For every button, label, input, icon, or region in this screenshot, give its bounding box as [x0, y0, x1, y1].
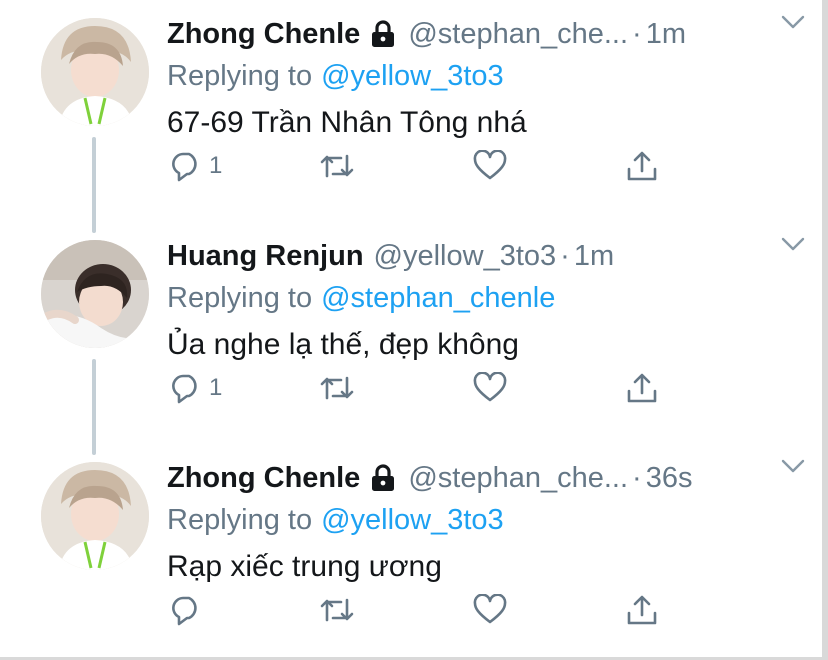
- lock-icon: [370, 20, 396, 48]
- replying-to: Replying to @yellow_3to3: [167, 56, 807, 96]
- share-icon: [624, 371, 660, 405]
- avatar-image: [41, 240, 149, 348]
- chevron-down-icon[interactable]: [779, 230, 807, 258]
- retweet-button[interactable]: [317, 146, 357, 186]
- separator-dot: ·: [632, 17, 642, 50]
- author-name[interactable]: Zhong Chenle: [167, 18, 360, 51]
- heart-icon: [472, 594, 508, 626]
- tweet-actions: [167, 590, 687, 630]
- retweet-icon: [317, 372, 357, 404]
- retweet-button[interactable]: [317, 368, 357, 408]
- author-handle[interactable]: @stephan_che...: [408, 462, 628, 495]
- tweet-header: Huang Renjun @yellow_3to3 · 1m: [167, 236, 807, 276]
- retweet-icon: [317, 150, 357, 182]
- tweet[interactable]: Zhong Chenle @stephan_che... · 36s Reply…: [0, 444, 822, 660]
- separator-dot: ·: [632, 461, 642, 494]
- chevron-down-icon[interactable]: [779, 8, 807, 36]
- retweet-button[interactable]: [317, 590, 357, 630]
- separator-dot: ·: [560, 239, 570, 272]
- avatar[interactable]: [41, 18, 149, 126]
- reply-button[interactable]: 1: [169, 146, 222, 186]
- chevron-down-icon[interactable]: [779, 452, 807, 480]
- avatar-image: [41, 462, 149, 570]
- retweet-icon: [317, 594, 357, 626]
- window-edge: [822, 0, 828, 660]
- tweet-actions: 1: [167, 146, 687, 186]
- reply-button[interactable]: [169, 590, 209, 630]
- reply-icon: [169, 594, 203, 626]
- author-handle[interactable]: @yellow_3to3: [374, 240, 557, 273]
- reply-icon: [169, 150, 203, 182]
- tweet-text: Ủa nghe lạ thế, đẹp không: [167, 328, 519, 361]
- reply-count: 1: [209, 152, 223, 179]
- replying-to: Replying to @stephan_chenle: [167, 278, 807, 318]
- like-button[interactable]: [472, 368, 508, 408]
- timestamp[interactable]: 36s: [646, 462, 693, 495]
- share-button[interactable]: [624, 146, 660, 186]
- timestamp[interactable]: 1m: [574, 240, 614, 273]
- share-button[interactable]: [624, 368, 660, 408]
- replying-to: Replying to @yellow_3to3: [167, 500, 807, 540]
- replying-to-prefix: Replying to: [167, 59, 313, 92]
- timestamp[interactable]: 1m: [646, 18, 686, 51]
- replying-to-prefix: Replying to: [167, 503, 313, 536]
- tweet-thread: Zhong Chenle @stephan_che... · 1m Replyi…: [0, 0, 828, 660]
- avatar[interactable]: [41, 240, 149, 348]
- heart-icon: [472, 150, 508, 182]
- reply-icon: [169, 372, 203, 404]
- author-name[interactable]: Zhong Chenle: [167, 462, 360, 495]
- author-name[interactable]: Huang Renjun: [167, 240, 364, 273]
- tweet-header: Zhong Chenle @stephan_che... · 36s: [167, 458, 807, 498]
- like-button[interactable]: [472, 146, 508, 186]
- replying-to-link[interactable]: @yellow_3to3: [321, 504, 504, 537]
- reply-button[interactable]: 1: [169, 368, 222, 408]
- author-handle[interactable]: @stephan_che...: [408, 18, 628, 51]
- avatar[interactable]: [41, 462, 149, 570]
- tweet[interactable]: Huang Renjun @yellow_3to3 · 1m Replying …: [0, 222, 822, 444]
- share-button[interactable]: [624, 590, 660, 630]
- lock-icon: [370, 464, 396, 492]
- replying-to-prefix: Replying to: [167, 281, 313, 314]
- tweet-text: Rạp xiếc trung ương: [167, 550, 442, 583]
- share-icon: [624, 593, 660, 627]
- reply-count: 1: [209, 374, 223, 401]
- replying-to-link[interactable]: @yellow_3to3: [321, 60, 504, 93]
- avatar-image: [41, 18, 149, 126]
- share-icon: [624, 149, 660, 183]
- tweet-actions: 1: [167, 368, 687, 408]
- heart-icon: [472, 372, 508, 404]
- like-button[interactable]: [472, 590, 508, 630]
- tweet[interactable]: Zhong Chenle @stephan_che... · 1m Replyi…: [0, 0, 822, 222]
- tweet-text: 67-69 Trần Nhân Tông nhá: [167, 106, 527, 139]
- tweet-header: Zhong Chenle @stephan_che... · 1m: [167, 14, 807, 54]
- replying-to-link[interactable]: @stephan_chenle: [321, 282, 555, 315]
